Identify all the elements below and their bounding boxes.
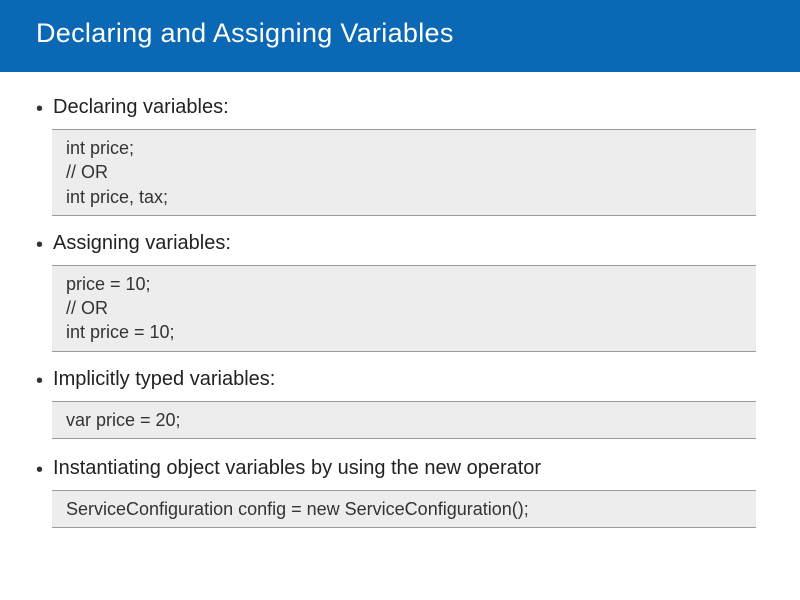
code-line: int price; xyxy=(66,136,742,160)
bullet-dot-icon: • xyxy=(36,99,43,119)
code-line: // OR xyxy=(66,160,742,184)
bullet-item: • Declaring variables: xyxy=(36,96,764,119)
code-block: var price = 20; xyxy=(52,401,756,439)
bullet-item: • Instantiating object variables by usin… xyxy=(36,457,764,480)
slide-header: Declaring and Assigning Variables xyxy=(0,0,800,72)
code-line: var price = 20; xyxy=(66,408,742,432)
code-block: ServiceConfiguration config = new Servic… xyxy=(52,490,756,528)
bullet-text: Implicitly typed variables: xyxy=(53,368,275,391)
slide-title: Declaring and Assigning Variables xyxy=(36,18,764,49)
code-line: int price, tax; xyxy=(66,185,742,209)
slide-content: • Declaring variables: int price; // OR … xyxy=(0,72,800,554)
bullet-text: Assigning variables: xyxy=(53,232,231,255)
bullet-text: Declaring variables: xyxy=(53,96,229,119)
bullet-dot-icon: • xyxy=(36,235,43,255)
code-block: int price; // OR int price, tax; xyxy=(52,129,756,216)
bullet-item: • Assigning variables: xyxy=(36,232,764,255)
bullet-text: Instantiating object variables by using … xyxy=(53,457,541,480)
bullet-dot-icon: • xyxy=(36,460,43,480)
bullet-item: • Implicitly typed variables: xyxy=(36,368,764,391)
code-line: // OR xyxy=(66,296,742,320)
code-line: price = 10; xyxy=(66,272,742,296)
code-line: ServiceConfiguration config = new Servic… xyxy=(66,497,742,521)
code-block: price = 10; // OR int price = 10; xyxy=(52,265,756,352)
bullet-dot-icon: • xyxy=(36,371,43,391)
code-line: int price = 10; xyxy=(66,320,742,344)
